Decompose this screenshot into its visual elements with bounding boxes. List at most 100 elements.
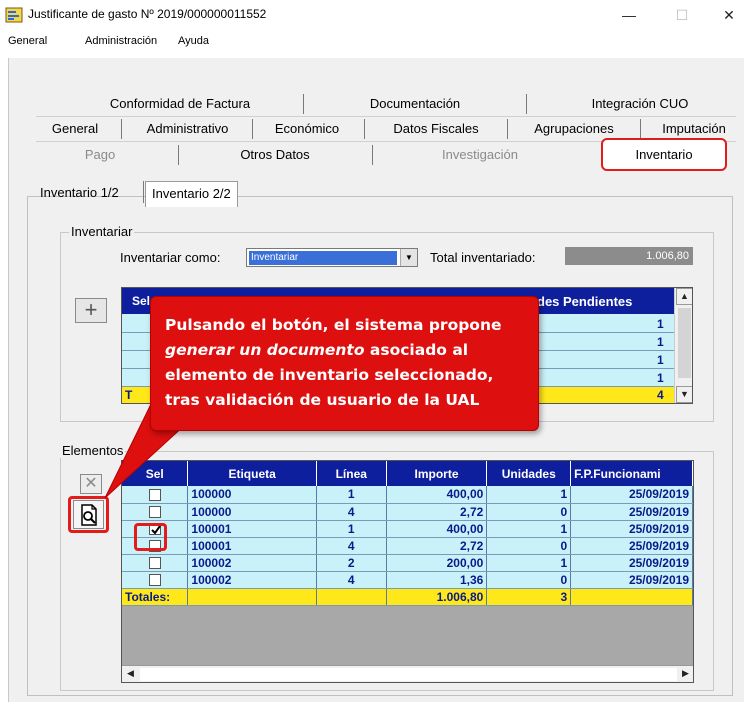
cell-unidades: 1 (486, 486, 572, 504)
col-linea[interactable]: Línea (316, 461, 387, 486)
cell-linea: 1 (316, 520, 387, 538)
col-fecha[interactable]: F.P.Funcionami (570, 461, 693, 486)
tab-datos-fiscales[interactable]: Datos Fiscales (372, 119, 500, 139)
tab-separator (526, 94, 527, 114)
total-inventariado-label: Total inventariado: (430, 250, 536, 265)
cell-fecha: 25/09/2019 (570, 554, 693, 572)
subtab-inventario-1[interactable]: Inventario 1/2 (40, 181, 119, 207)
table-row[interactable]: 100002 2 200,00 1 25/09/2019 (122, 554, 693, 572)
tab-pago[interactable]: Pago (60, 145, 140, 165)
tab-inventario[interactable]: Inventario (603, 145, 725, 165)
cell-etiqueta: 100002 (187, 554, 317, 572)
row-checkbox[interactable] (122, 571, 189, 589)
selected-checkbox-highlight (134, 523, 167, 551)
close-button[interactable]: ✕ (714, 4, 744, 26)
tab-administrativo[interactable]: Administrativo (130, 119, 245, 139)
pendientes-value: 1 (657, 371, 664, 385)
minimize-button[interactable]: — (614, 4, 644, 26)
tab-separator (178, 145, 179, 165)
callout-italic: generar un documento (165, 341, 365, 359)
totals-row: Totales: 1.006,80 3 (122, 588, 693, 606)
menu-administracion[interactable]: Administración (85, 35, 157, 47)
cell-unidades: 0 (486, 537, 572, 555)
row-checkbox[interactable] (122, 554, 189, 572)
tab-separator (252, 119, 253, 139)
tab-separator (372, 145, 373, 165)
tab-economico[interactable]: Económico (258, 119, 356, 139)
cell-unidades: 0 (486, 503, 572, 521)
menu-ayuda[interactable]: Ayuda (178, 35, 209, 47)
subtab-inventario-2[interactable]: Inventario 2/2 (145, 181, 238, 207)
inventariar-grid-scrollbar[interactable]: ▲ ▼ (674, 288, 692, 403)
inventariar-como-select[interactable]: Inventariar ▼ (246, 248, 418, 267)
callout-line-3: elemento de inventario seleccionado, (165, 366, 494, 384)
cell-unidades: 1 (486, 520, 572, 538)
col-importe[interactable]: Importe (386, 461, 488, 486)
cell-importe: 400,00 (386, 486, 488, 504)
cell-fecha: 25/09/2019 (570, 520, 693, 538)
maximize-button[interactable]: ☐ (667, 4, 697, 26)
delete-icon[interactable]: ✕ (80, 474, 102, 494)
cell-linea: 1 (316, 486, 387, 504)
cell-linea: 4 (316, 537, 387, 555)
tab-imputacion[interactable]: Imputación (648, 119, 740, 139)
callout-line-4: tras validación de usuario de la UAL (165, 391, 480, 409)
menu-bar: General Administración Ayuda (0, 32, 744, 54)
inventariar-como-label: Inventariar como: (120, 250, 221, 265)
tab-investigacion[interactable]: Investigación (395, 145, 565, 165)
scroll-left-icon[interactable]: ◀ (122, 666, 139, 682)
cell-importe: 400,00 (386, 520, 488, 538)
tab-otros-datos[interactable]: Otros Datos (200, 145, 350, 165)
table-row[interactable]: 100002 4 1,36 0 25/09/2019 (122, 571, 693, 589)
cell-etiqueta: 100001 (187, 537, 317, 555)
subtab-separator (143, 181, 144, 203)
cell-importe: 200,00 (386, 554, 488, 572)
tab-separator (303, 94, 304, 114)
scroll-right-icon[interactable]: ▶ (677, 666, 693, 682)
totals-importe: 1.006,80 (386, 588, 488, 606)
tab-agrupaciones[interactable]: Agrupaciones (514, 119, 634, 139)
tab-integracion-cuo[interactable]: Integración CUO (560, 94, 720, 114)
inventariar-totals-value: 4 (657, 388, 664, 402)
add-button[interactable]: + (75, 298, 107, 323)
tab-row-divider (36, 116, 736, 117)
callout-line-2-rest: asociado al (364, 341, 469, 359)
totals-label: Totales: (122, 588, 189, 606)
table-row[interactable]: 100001 4 2,72 0 25/09/2019 (122, 537, 693, 555)
cell-fecha: 25/09/2019 (570, 571, 693, 589)
inventariar-grid-header-pendientes: des Pendientes (537, 294, 633, 309)
elementos-hscrollbar[interactable]: ◀ ▶ (122, 665, 693, 682)
scroll-up-icon[interactable]: ▲ (676, 288, 692, 305)
dropdown-arrow-icon[interactable]: ▼ (400, 249, 417, 266)
cell-importe: 1,36 (386, 571, 488, 589)
tab-general[interactable]: General (40, 119, 110, 139)
tab-separator (364, 119, 365, 139)
cell-fecha: 25/09/2019 (570, 537, 693, 555)
tab-separator (121, 119, 122, 139)
cell-fecha: 25/09/2019 (570, 486, 693, 504)
tab-separator (507, 119, 508, 139)
col-unidades[interactable]: Unidades (486, 461, 572, 486)
total-inventariado-value: 1.006,80 (565, 247, 693, 265)
table-row[interactable]: 100001 1 400,00 1 25/09/2019 (122, 520, 693, 538)
callout-explanation: Pulsando el botón, el sistema propone ge… (150, 296, 539, 431)
cell-importe: 2,72 (386, 503, 488, 521)
inventariar-group-label: Inventariar (69, 224, 135, 239)
totals-unidades: 3 (486, 588, 572, 606)
cell-unidades: 0 (486, 571, 572, 589)
cell-etiqueta: 100001 (187, 520, 317, 538)
checkbox[interactable] (148, 574, 161, 587)
checkbox[interactable] (148, 557, 161, 570)
scroll-thumb[interactable] (678, 308, 691, 378)
cell-importe: 2,72 (386, 537, 488, 555)
title-bar: Justificante de gasto Nº 2019/0000000115… (0, 0, 744, 30)
hscroll-track[interactable] (140, 668, 677, 681)
cell-linea: 4 (316, 571, 387, 589)
totals-empty (316, 588, 387, 606)
scroll-down-icon[interactable]: ▼ (676, 386, 692, 403)
menu-general[interactable]: General (8, 35, 47, 47)
tab-conformidad-factura[interactable]: Conformidad de Factura (80, 94, 280, 114)
tab-documentacion[interactable]: Documentación (330, 94, 500, 114)
cell-linea: 4 (316, 503, 387, 521)
callout-line-2: generar un documento asociado al (165, 338, 526, 363)
